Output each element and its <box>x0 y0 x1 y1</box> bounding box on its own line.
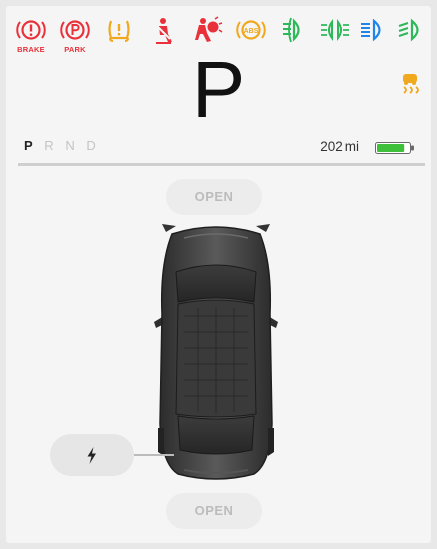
status-row: P R N D 202 mi <box>24 138 419 156</box>
gear-n: N <box>65 138 79 153</box>
range-readout: 202 mi <box>320 139 359 154</box>
instrument-cluster: BRAKE PARK ABS P P R N D 202 mi OPEN OPE… <box>6 6 431 543</box>
gear-d: D <box>86 138 100 153</box>
car-top-view <box>154 224 278 487</box>
gear-r: R <box>44 138 58 153</box>
gear-p: P <box>24 138 37 153</box>
open-frunk-button[interactable]: OPEN <box>166 179 262 215</box>
range-value: 202 <box>320 139 343 154</box>
divider <box>18 163 425 166</box>
gear-selector: P R N D <box>24 138 100 153</box>
abs-text: ABS <box>244 28 259 35</box>
charge-port-button[interactable] <box>50 434 134 476</box>
current-gear-display: P <box>191 45 246 134</box>
traction-control-off-icon <box>399 72 421 103</box>
charge-port-connector <box>134 454 174 456</box>
open-trunk-button[interactable]: OPEN <box>166 493 262 529</box>
battery-icon <box>375 141 415 154</box>
lightning-bolt-icon <box>87 447 96 464</box>
range-unit: mi <box>344 139 359 154</box>
